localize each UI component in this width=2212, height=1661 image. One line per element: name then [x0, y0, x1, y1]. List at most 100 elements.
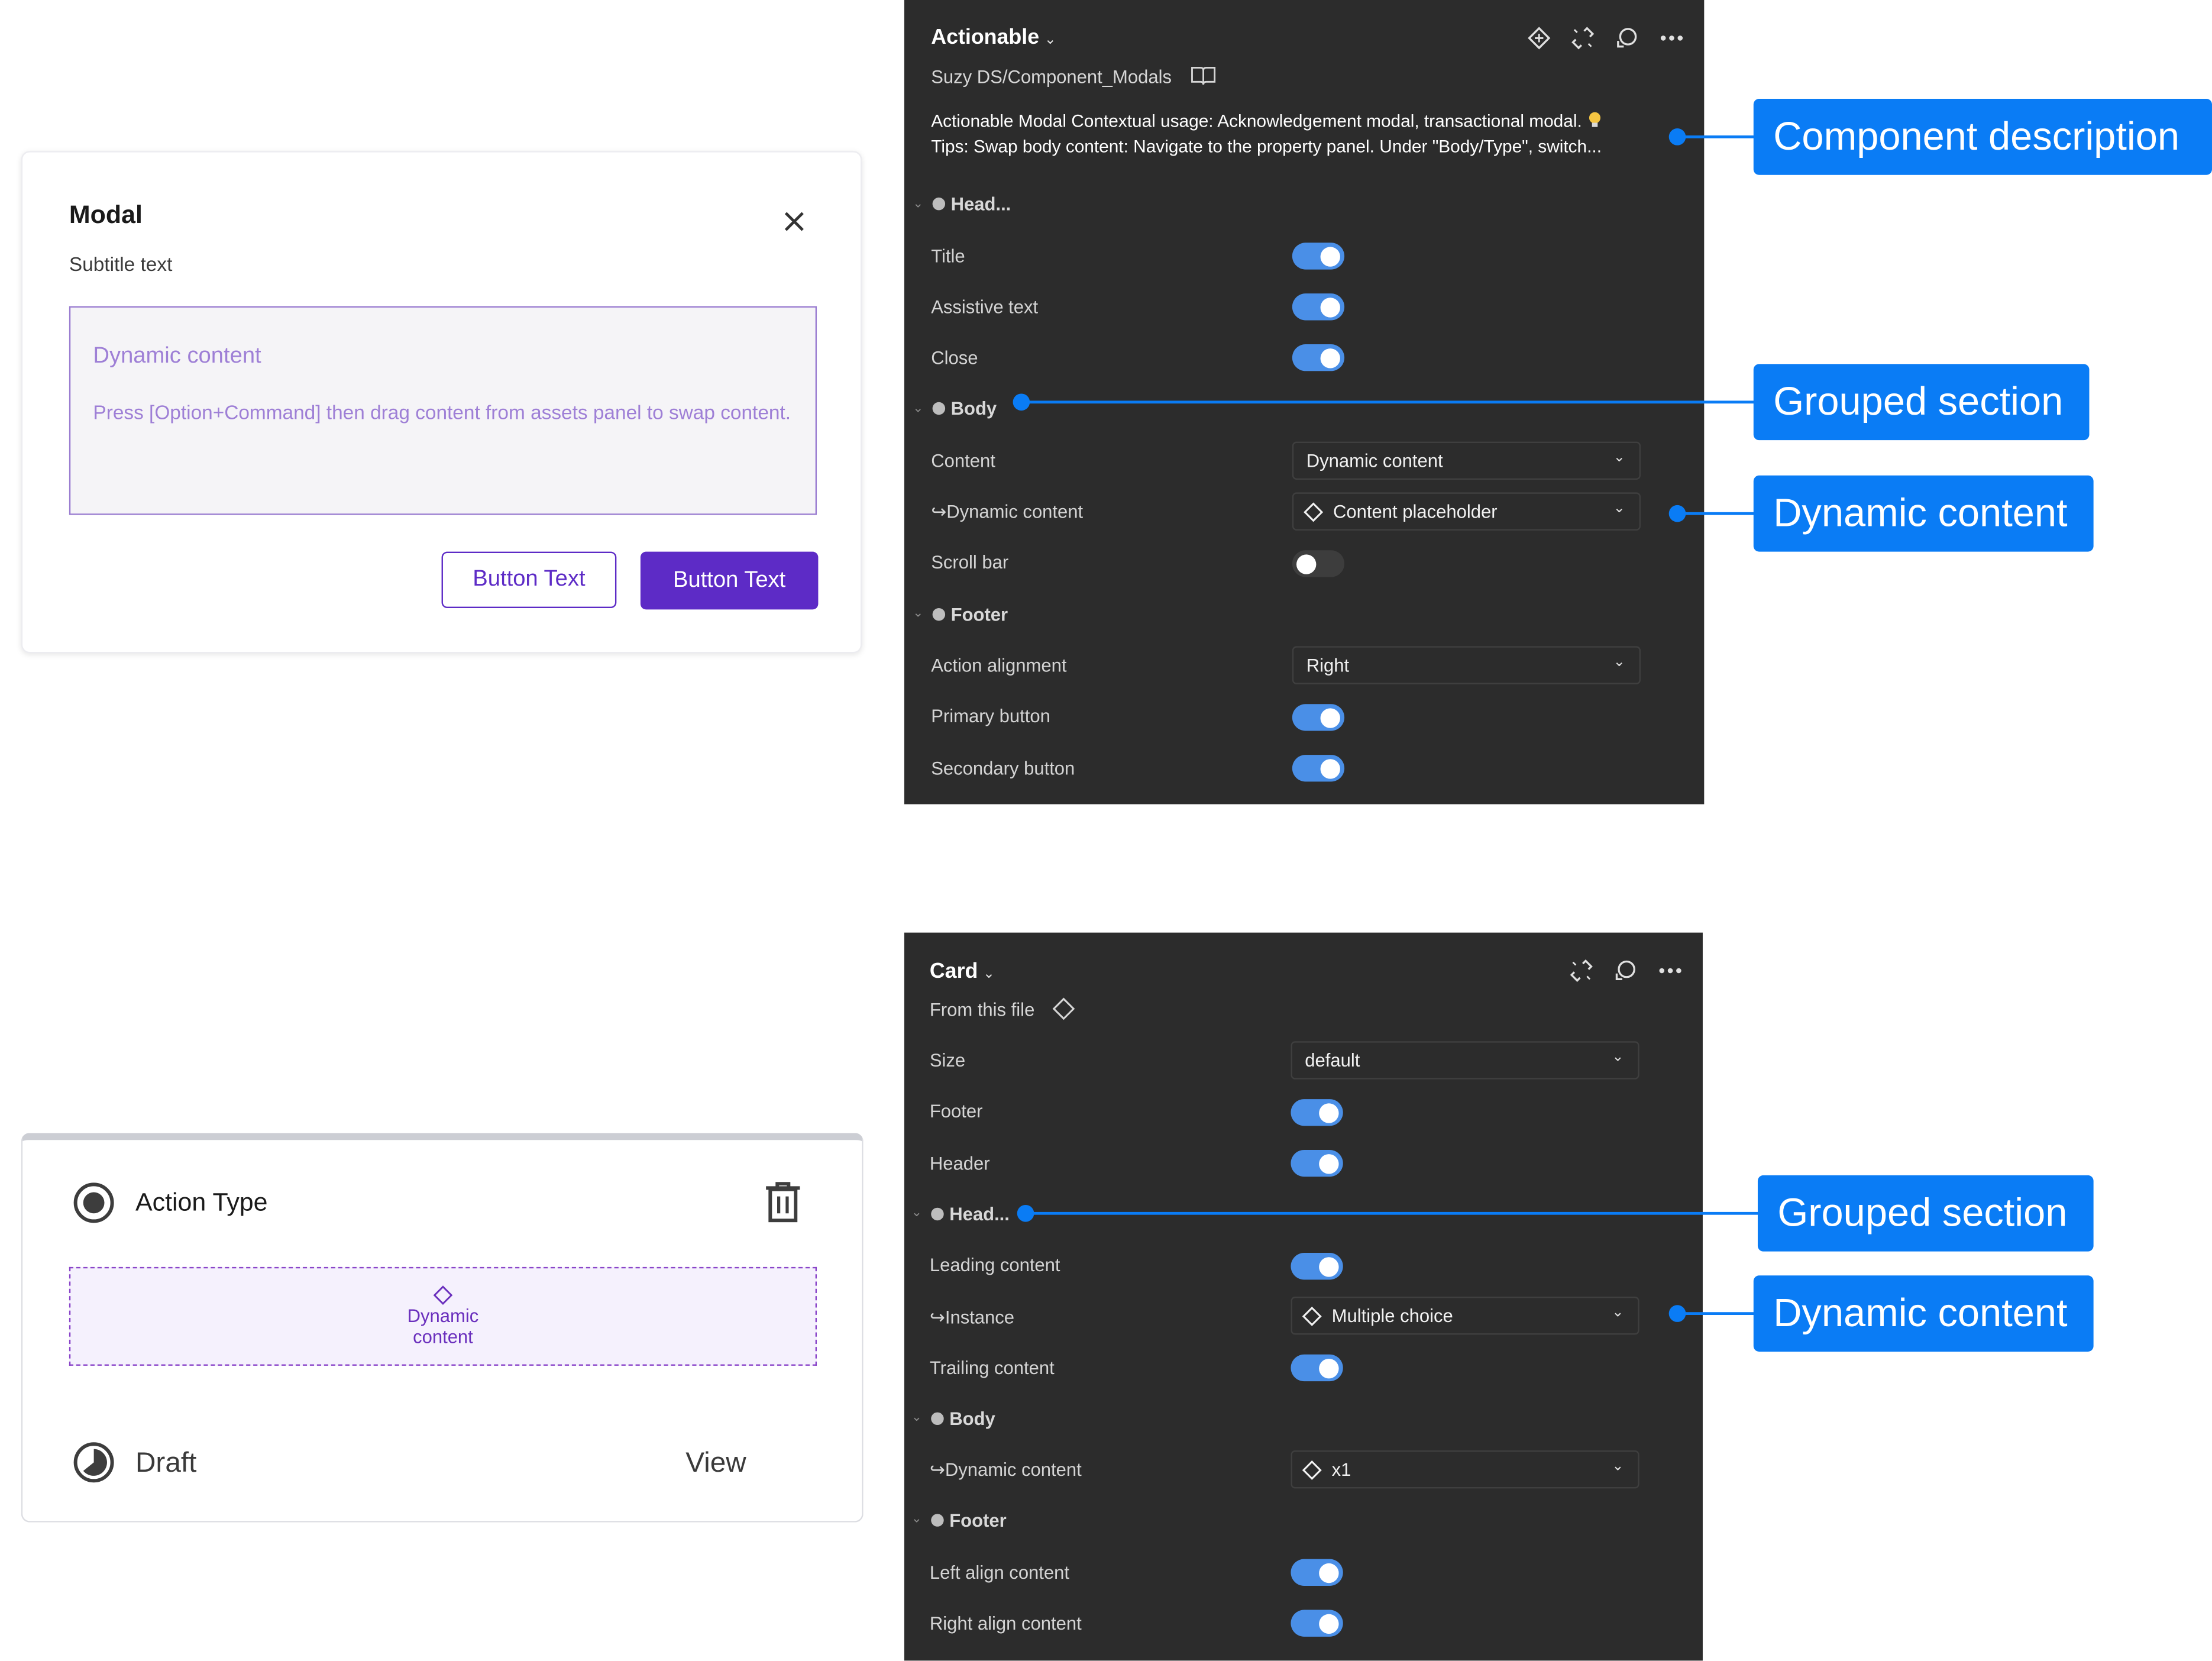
- prop-instance-label: ↪Instance: [929, 1306, 1015, 1328]
- dynamic-content-select[interactable]: Content placeholder ⌄: [1292, 492, 1641, 531]
- instance-select[interactable]: Multiple choice ⌄: [1291, 1296, 1639, 1335]
- more-icon[interactable]: [1659, 25, 1684, 51]
- section-dot: [932, 197, 946, 211]
- prop-assistive-label: Assistive text: [931, 296, 1039, 318]
- detach-instance-icon[interactable]: [1527, 25, 1552, 51]
- dynamic-content-hint: Press [Option+Command] then drag content…: [93, 400, 791, 424]
- component-name[interactable]: Card ⌄: [930, 959, 995, 984]
- component-diamond-icon: [1302, 1306, 1322, 1326]
- prop-right-align-label: Right align content: [929, 1612, 1082, 1634]
- prop-trailing-label: Trailing content: [929, 1357, 1055, 1379]
- lightbulb-icon: [1589, 112, 1600, 127]
- library-path: Suzy DS/Component_Modals: [931, 66, 1172, 88]
- annotation-dynamic-content: Dynamic content: [1753, 475, 2094, 552]
- more-icon[interactable]: [1658, 958, 1683, 984]
- prop-leading-label: Leading content: [929, 1254, 1060, 1276]
- prop-header-label: Header: [929, 1152, 990, 1174]
- action-type-title: Action Type: [135, 1188, 268, 1217]
- chevron-down-icon: ⌄: [1044, 32, 1056, 49]
- prop-content-label: Content: [931, 450, 995, 471]
- close-toggle[interactable]: [1292, 344, 1345, 371]
- left-align-content-toggle[interactable]: [1291, 1559, 1343, 1586]
- chevron-down-icon[interactable]: ⌄: [913, 400, 923, 416]
- section-dot: [931, 1412, 944, 1426]
- source-label: From this file: [929, 998, 1035, 1020]
- radio-icon[interactable]: [72, 1181, 116, 1224]
- component-diamond-icon[interactable]: [1052, 997, 1075, 1020]
- unlink-icon[interactable]: [1570, 25, 1596, 51]
- modal-subtitle: Subtitle text: [69, 252, 173, 276]
- section-header[interactable]: Head...: [951, 193, 1011, 215]
- component-diamond-icon: [1304, 502, 1324, 522]
- chevron-down-icon: ⌄: [1613, 450, 1625, 466]
- chevron-down-icon: ⌄: [1612, 1459, 1624, 1475]
- annotation-line: [1677, 512, 1755, 515]
- section-dot: [931, 1514, 944, 1527]
- modal-title: Modal: [69, 200, 143, 229]
- primary-button[interactable]: Button Text: [640, 551, 819, 610]
- section-body[interactable]: Body: [951, 398, 997, 419]
- prop-close-label: Close: [931, 347, 978, 369]
- trailing-content-toggle[interactable]: [1291, 1354, 1343, 1382]
- prop-alignment-label: Action alignment: [931, 654, 1067, 676]
- chevron-down-icon[interactable]: ⌄: [913, 605, 923, 621]
- prop-footer-label: Footer: [929, 1100, 983, 1122]
- component-diamond-icon: [433, 1285, 453, 1305]
- content-select[interactable]: Dynamic content ⌄: [1292, 441, 1641, 480]
- section-dot: [932, 402, 946, 415]
- chevron-down-icon[interactable]: ⌄: [911, 1511, 922, 1527]
- section-footer[interactable]: Footer: [951, 604, 1008, 625]
- section-body[interactable]: Body: [949, 1408, 995, 1429]
- component-name[interactable]: Actionable ⌄: [931, 25, 1056, 50]
- action-alignment-select[interactable]: Right ⌄: [1292, 646, 1641, 684]
- unlink-icon[interactable]: [1569, 958, 1594, 984]
- properties-panel-card: Card ⌄ From this file Size default ⌄ Foo…: [904, 932, 1703, 1661]
- chevron-down-icon: ⌄: [1613, 500, 1625, 516]
- leading-content-toggle[interactable]: [1291, 1253, 1343, 1280]
- prop-secondary-label: Secondary button: [931, 757, 1075, 779]
- prop-left-align-label: Left align content: [929, 1562, 1070, 1584]
- annotation-line: [1026, 1211, 1760, 1215]
- component-description: Actionable Modal Contextual usage: Ackno…: [931, 111, 1602, 157]
- title-toggle[interactable]: [1292, 243, 1345, 270]
- chevron-down-icon[interactable]: ⌄: [911, 1410, 922, 1425]
- size-select[interactable]: default ⌄: [1291, 1041, 1639, 1080]
- chevron-down-icon[interactable]: ⌄: [911, 1205, 922, 1220]
- chevron-down-icon[interactable]: ⌄: [913, 196, 923, 212]
- chevron-down-icon: ⌄: [983, 966, 995, 983]
- secondary-button[interactable]: Button Text: [441, 551, 617, 609]
- annotation-grouped-section: Grouped section: [1757, 1175, 2094, 1252]
- section-dot: [931, 1207, 944, 1221]
- action-card-preview: Action Type Dynamic content Draft View: [21, 1133, 864, 1523]
- reset-icon[interactable]: [1614, 25, 1639, 51]
- book-icon[interactable]: [1189, 65, 1218, 88]
- section-footer[interactable]: Footer: [949, 1510, 1006, 1531]
- footer-toggle[interactable]: [1291, 1099, 1343, 1126]
- prop-title-label: Title: [931, 245, 965, 267]
- trash-icon[interactable]: [763, 1181, 803, 1223]
- prop-dynamic-label: ↪Dynamic content: [929, 1459, 1082, 1481]
- draft-status-icon: [73, 1442, 114, 1483]
- dynamic-content-select[interactable]: x1 ⌄: [1291, 1450, 1639, 1489]
- scroll-bar-toggle[interactable]: [1292, 550, 1345, 577]
- header-toggle[interactable]: [1291, 1149, 1343, 1177]
- chevron-down-icon: ⌄: [1612, 1305, 1624, 1321]
- dynamic-content-slot: Dynamic content Press [Option+Command] t…: [69, 306, 817, 515]
- modal-preview: Modal Subtitle text Dynamic content Pres…: [21, 151, 862, 654]
- section-header[interactable]: Head...: [949, 1204, 1010, 1225]
- annotation-dynamic-content: Dynamic content: [1753, 1275, 2094, 1352]
- view-link[interactable]: View: [685, 1447, 746, 1480]
- right-align-content-toggle[interactable]: [1291, 1610, 1343, 1637]
- section-dot: [932, 608, 946, 621]
- prop-scrollbar-label: Scroll bar: [931, 551, 1009, 573]
- assistive-text-toggle[interactable]: [1292, 293, 1345, 321]
- annotation-component-description: Component description: [1753, 98, 2212, 175]
- close-icon[interactable]: [779, 206, 810, 237]
- prop-dynamic-label: ↪Dynamic content: [931, 500, 1084, 522]
- reset-icon[interactable]: [1612, 958, 1638, 984]
- secondary-button-toggle[interactable]: [1292, 755, 1345, 782]
- annotation-line: [1677, 1312, 1755, 1316]
- status-label: Draft: [135, 1447, 197, 1479]
- primary-button-toggle[interactable]: [1292, 704, 1345, 731]
- annotation-line: [1021, 400, 1755, 404]
